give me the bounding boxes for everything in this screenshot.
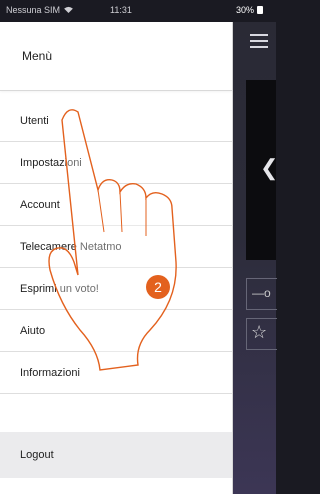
battery-icon [257,6,264,14]
status-time: 11:31 [110,5,132,15]
step-badge: 2 [146,275,170,299]
menu-item-aiuto[interactable]: Aiuto [0,310,232,352]
status-left: Nessuna SIM [6,5,73,15]
menu-item-esprimi-voto[interactable]: Esprimi un voto! [0,268,232,310]
menu-item-informazioni[interactable]: Informazioni [0,352,232,394]
menu-item-utenti[interactable]: Utenti [0,100,232,142]
star-icon: ☆ [251,322,268,342]
menu-item-impostazioni[interactable]: Impostazioni [0,142,232,184]
logout-button[interactable]: Logout [0,432,232,478]
menu-item-account[interactable]: Account [0,184,232,226]
menu-list: Utenti Impostazioni Account Telecamere N… [0,100,232,394]
key-icon: —o [252,286,271,300]
hamburger-icon[interactable] [250,34,268,52]
wifi-icon [64,5,73,15]
battery-text: 30% [236,5,255,15]
status-bar: Nessuna SIM 11:31 30% [0,0,276,22]
menu-item-telecamere-netatmo[interactable]: Telecamere Netatmo [0,226,232,268]
side-drawer: Menù Utenti Impostazioni Account Telecam… [0,22,233,494]
carrier-text: Nessuna SIM [6,5,61,15]
chevron-left-icon[interactable]: ❮ [260,155,278,181]
status-right: 30% [236,5,264,15]
menu-title: Menù [0,22,232,91]
